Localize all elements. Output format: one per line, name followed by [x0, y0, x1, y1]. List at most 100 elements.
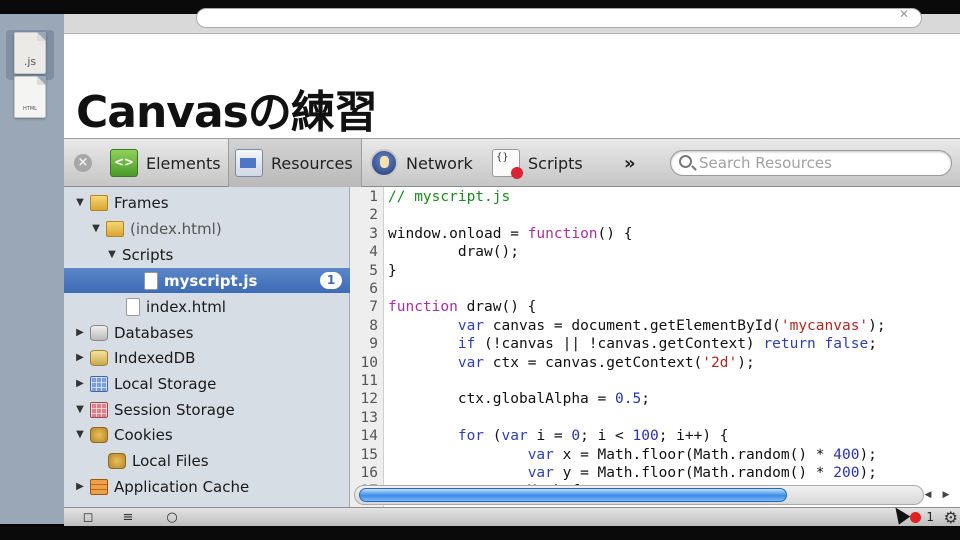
disclosure-triangle-icon[interactable]: ▼	[90, 223, 102, 234]
scroll-right-icon[interactable]: ▶	[938, 488, 954, 502]
sidebar-item-cookies[interactable]: ▼ Cookies	[64, 422, 350, 447]
code-text: var canvas = document.getElementById('my…	[457, 317, 886, 334]
js-file-icon[interactable]: .js	[14, 32, 46, 74]
disclosure-triangle-icon[interactable]: ▼	[74, 429, 86, 440]
code-line: 6	[350, 280, 960, 298]
code-text: // myscript.js	[388, 189, 511, 205]
sidebar-item-myscript[interactable]: myscript.js 1	[64, 268, 350, 293]
search-icon[interactable]: ○	[164, 510, 180, 526]
line-number: 16	[360, 465, 378, 481]
search-input[interactable]	[699, 154, 939, 172]
code-text: draw();	[388, 244, 519, 261]
disclosure-triangle-icon[interactable]: ▶	[74, 327, 86, 338]
tab-resources[interactable]: Resources	[228, 139, 362, 187]
scrollbar-thumb[interactable]	[359, 488, 787, 502]
elements-icon	[110, 149, 138, 177]
error-counter[interactable]: 1	[909, 510, 934, 524]
screen-bottom-bar	[0, 526, 960, 540]
browser-window: ✕ Canvasの練習 × Elements Resources Network…	[64, 7, 960, 527]
code-line: 5}	[350, 262, 960, 280]
line-number: 3	[369, 225, 378, 242]
code-text: }	[388, 262, 397, 279]
code-line: 8 var canvas = document.getElementById('…	[350, 317, 960, 335]
line-number: 11	[360, 373, 378, 389]
line-number: 2	[369, 207, 378, 224]
line-number: 1	[369, 189, 378, 205]
console-icon[interactable]: ≡	[120, 510, 136, 526]
folder-icon	[90, 194, 108, 211]
application-cache-icon	[90, 478, 108, 495]
sidebar-item-index-frame[interactable]: ▼ (index.html)	[64, 216, 350, 241]
search-icon	[679, 155, 692, 168]
session-storage-icon	[90, 401, 108, 418]
disclosure-triangle-icon[interactable]: ▶	[74, 378, 86, 389]
sidebar-item-frames[interactable]: ▼ Frames	[64, 190, 350, 215]
source-code-view[interactable]: 1 // myscript.js 2 3 window.onload = functio…	[350, 187, 960, 507]
resources-sidebar: ▼ Frames ▼ (index.html) ▼ Scripts myscri…	[64, 187, 350, 507]
code-text: ctx.globalAlpha = 0.5;	[388, 391, 650, 408]
disclosure-triangle-icon[interactable]: ▶	[74, 352, 86, 363]
html-file-icon[interactable]: HTML	[14, 76, 46, 118]
sidebar-item-application-cache[interactable]: ▶ Application Cache	[64, 474, 350, 499]
disclosure-triangle-icon[interactable]: ▶	[74, 481, 86, 492]
sidebar-item-label: index.html	[146, 297, 226, 316]
resources-icon	[235, 149, 263, 177]
network-icon	[370, 149, 398, 177]
tab-network[interactable]: Network	[364, 139, 481, 187]
web-inspector: × Elements Resources Network Scripts »	[64, 138, 960, 527]
line-number: 14	[360, 428, 378, 445]
disclosure-triangle-icon[interactable]: ▼	[74, 404, 86, 415]
code-line: 9 if (!canvas || !canvas.getContext) ret…	[350, 335, 960, 353]
sidebar-item-local-files[interactable]: Local Files	[64, 448, 350, 473]
horizontal-scrollbar[interactable]	[354, 485, 924, 505]
line-number: 6	[369, 281, 378, 297]
address-bar[interactable]: ✕	[196, 7, 922, 28]
sidebar-item-local-storage[interactable]: ▶ Local Storage	[64, 371, 350, 396]
sidebar-item-scripts[interactable]: ▼ Scripts	[64, 242, 350, 267]
sidebar-item-index-html[interactable]: index.html	[64, 294, 350, 319]
tab-scripts-label: Scripts	[528, 153, 583, 173]
sidebar-item-indexeddb[interactable]: ▶ IndexedDB	[64, 345, 350, 370]
inspector-toolbar: × Elements Resources Network Scripts »	[64, 139, 960, 187]
error-icon	[909, 512, 921, 523]
sidebar-item-session-storage[interactable]: ▼ Session Storage	[64, 397, 350, 422]
code-line: 10 var ctx = canvas.getContext('2d');	[350, 354, 960, 372]
code-text: for (var i = 0; i < 100; i++) {	[457, 428, 729, 445]
tab-resources-label: Resources	[271, 153, 353, 173]
file-icon	[126, 297, 140, 316]
code-text: var y = Math.floor(Math.random() * 200);	[527, 465, 877, 481]
sidebar-item-label: Scripts	[122, 245, 174, 264]
sidebar-item-label: Local Files	[132, 451, 209, 470]
error-count-badge: 1	[320, 272, 342, 289]
line-number: 15	[360, 446, 378, 463]
code-text: if (!canvas || !canvas.getContext) retur…	[457, 336, 877, 353]
close-inspector-icon[interactable]: ×	[74, 154, 92, 172]
search-box[interactable]	[670, 150, 952, 176]
disclosure-triangle-icon[interactable]: ▼	[106, 249, 118, 260]
line-number: 8	[369, 317, 378, 334]
code-line: 3 window.onload = function() {	[350, 225, 960, 243]
inspector-status-bar: ◻ ≡ ○ 1 ⚙	[64, 507, 960, 527]
code-line: 16 var y = Math.floor(Math.random() * 20…	[350, 464, 960, 482]
code-text: function draw() {	[388, 299, 537, 316]
tab-scripts[interactable]: Scripts	[486, 139, 591, 187]
line-number: 4	[369, 244, 378, 261]
line-number: 10	[360, 354, 378, 371]
sidebar-item-label: IndexedDB	[114, 348, 196, 367]
sidebar-item-label: myscript.js	[164, 271, 258, 290]
database-icon	[90, 324, 108, 341]
code-line: 1 // myscript.js	[350, 188, 960, 206]
code-text: var ctx = canvas.getContext('2d');	[457, 354, 755, 371]
dock-icon[interactable]: ◻	[80, 510, 96, 526]
scroll-left-icon[interactable]: ◀	[920, 488, 936, 502]
code-line: 12 ctx.globalAlpha = 0.5;	[350, 390, 960, 408]
tab-network-label: Network	[406, 153, 473, 173]
tab-elements[interactable]: Elements	[104, 139, 229, 187]
sidebar-item-databases[interactable]: ▶ Databases	[64, 320, 350, 345]
gear-icon[interactable]: ⚙	[944, 508, 958, 527]
indexeddb-icon	[90, 349, 108, 366]
close-icon[interactable]: ✕	[899, 7, 909, 21]
disclosure-triangle-icon[interactable]: ▼	[74, 197, 86, 208]
page-title: Canvasの練習	[76, 87, 378, 138]
more-tabs-button[interactable]: »	[624, 153, 636, 174]
